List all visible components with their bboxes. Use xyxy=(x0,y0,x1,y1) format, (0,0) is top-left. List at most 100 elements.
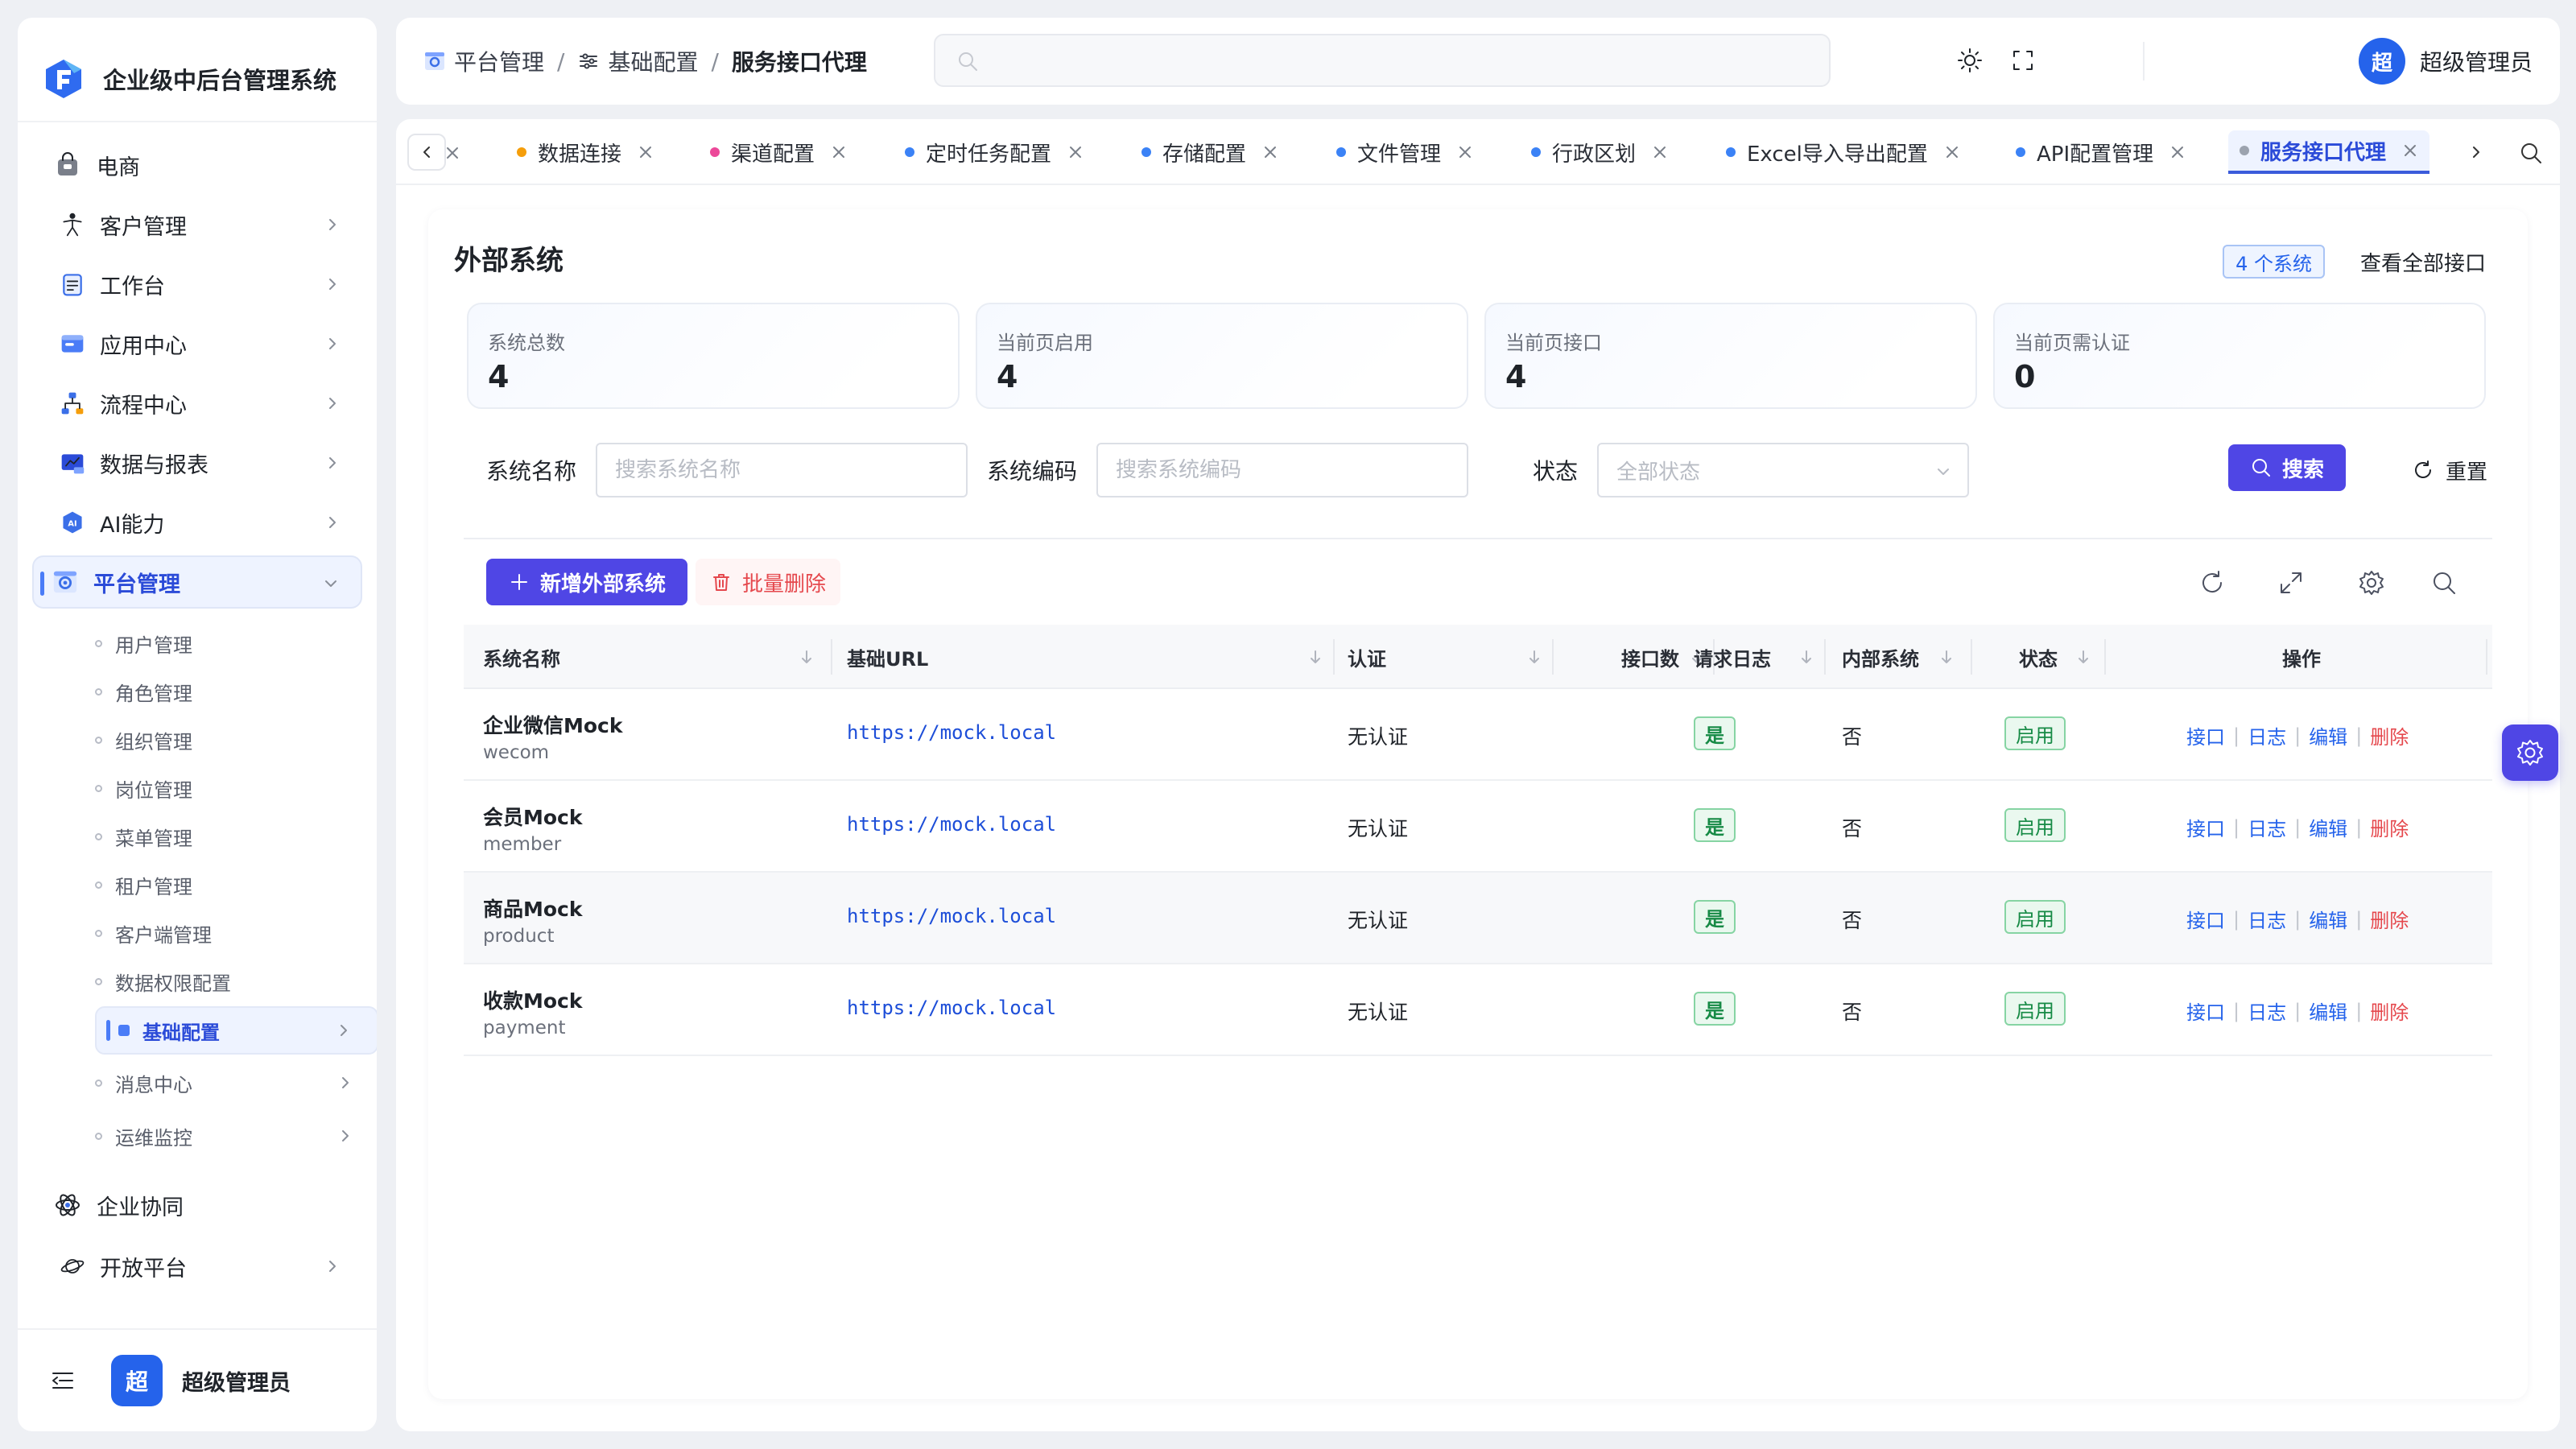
sub-item-label: 租户管理 xyxy=(115,875,192,898)
sidebar-sub-item-ops-monitor[interactable]: 运维监控 xyxy=(95,1116,377,1156)
sidebar-sub-item-roles[interactable]: 角色管理 xyxy=(95,671,192,712)
column-header-base-url[interactable]: 基础URL xyxy=(847,625,1330,689)
interfaces-link[interactable]: 接口 xyxy=(2186,997,2225,1025)
reset-button[interactable]: 重置 xyxy=(2412,444,2487,496)
table-row[interactable]: 企业微信Mock wecom https://mock.local 无认证 1 … xyxy=(464,689,2492,781)
close-icon[interactable] xyxy=(1457,144,1473,160)
brand[interactable]: 企业级中后台管理系统 xyxy=(42,39,336,119)
sidebar-sub-item-positions[interactable]: 岗位管理 xyxy=(95,768,192,808)
system-code: wecom xyxy=(483,742,550,763)
edit-link[interactable]: 编辑 xyxy=(2309,905,2347,933)
add-external-system-button[interactable]: 新增外部系统 xyxy=(486,559,687,605)
user-menu[interactable]: 超 超级管理员 xyxy=(2358,18,2533,105)
sidebar-sub-item-message-center[interactable]: 消息中心 xyxy=(95,1063,377,1103)
tab-file-management[interactable]: 文件管理 xyxy=(1336,130,1473,174)
fullscreen-icon[interactable] xyxy=(2008,45,2038,76)
sidebar-item-customers[interactable]: 客户管理 xyxy=(32,198,362,251)
sidebar-sub-item-menus[interactable]: 菜单管理 xyxy=(95,816,192,857)
sidebar-item-label: 应用中心 xyxy=(100,333,187,359)
table-row[interactable]: 商品Mock product https://mock.local 无认证 1 … xyxy=(464,873,2492,964)
sidebar-sub-item-users[interactable]: 用户管理 xyxy=(95,623,192,663)
column-header-request-log[interactable]: 请求日志 xyxy=(1694,625,1814,689)
close-icon[interactable] xyxy=(2402,142,2418,159)
auth-type: 无认证 xyxy=(1348,725,1409,749)
delete-link[interactable]: 删除 xyxy=(2370,997,2409,1025)
close-icon[interactable] xyxy=(2169,144,2186,160)
global-search-input[interactable] xyxy=(934,34,1831,87)
edit-link[interactable]: 编辑 xyxy=(2309,813,2347,841)
edit-link[interactable]: 编辑 xyxy=(2309,997,2347,1025)
tab-data-connection[interactable]: 数据连接 xyxy=(517,130,654,174)
table-row[interactable]: 收款Mock payment https://mock.local 无认证 1 … xyxy=(464,964,2492,1056)
search-icon[interactable] xyxy=(2429,568,2458,597)
sidebar-sub-item-clients[interactable]: 客户端管理 xyxy=(95,913,212,953)
column-header-auth[interactable]: 认证 xyxy=(1348,625,1549,689)
delete-link[interactable]: 删除 xyxy=(2370,721,2409,749)
tab-service-proxy[interactable]: 服务接口代理 xyxy=(2228,130,2430,174)
column-header-status[interactable]: 状态 xyxy=(2019,625,2091,689)
column-header-interface-count[interactable]: 接口数 xyxy=(1567,625,1711,689)
expand-icon[interactable] xyxy=(2277,568,2306,597)
column-header-internal[interactable]: 内部系统 xyxy=(1842,625,1963,689)
breadcrumb-item[interactable]: 基础配置 xyxy=(608,45,698,77)
table-row[interactable]: 会员Mock member https://mock.local 无认证 1 是… xyxy=(464,781,2492,873)
edit-link[interactable]: 编辑 xyxy=(2309,721,2347,749)
logs-link[interactable]: 日志 xyxy=(2248,721,2286,749)
tabs-scroll-left-button[interactable] xyxy=(407,134,446,171)
sidebar-item-process-center[interactable]: 流程中心 xyxy=(32,377,362,430)
auth-type: 无认证 xyxy=(1348,817,1409,840)
tab-channel-config[interactable]: 渠道配置 xyxy=(710,130,847,174)
close-icon[interactable] xyxy=(1262,144,1278,160)
sidebar-sub-item-basic-config[interactable]: 基础配置 xyxy=(95,1006,377,1055)
sidebar-sub-item-data-permissions[interactable]: 数据权限配置 xyxy=(95,961,231,1001)
sidebar-item-platform[interactable]: 平台管理 xyxy=(32,555,362,609)
logs-link[interactable]: 日志 xyxy=(2248,997,2286,1025)
tabs-scroll-right-button[interactable] xyxy=(2457,134,2496,171)
sidebar-item-data-reports[interactable]: 数据与报表 xyxy=(32,436,362,489)
sidebar-item-open-platform[interactable]: 开放平台 xyxy=(32,1240,362,1293)
sidebar-sub-item-orgs[interactable]: 组织管理 xyxy=(95,720,192,760)
tab-api-config[interactable]: API配置管理 xyxy=(2016,130,2186,174)
tab-search-icon[interactable] xyxy=(2518,140,2544,166)
collapse-menu-icon[interactable] xyxy=(50,1368,76,1393)
sun-icon[interactable] xyxy=(1955,45,1985,76)
tab-excel-import-export[interactable]: Excel导入导出配置 xyxy=(1726,130,1960,174)
logs-link[interactable]: 日志 xyxy=(2248,813,2286,841)
search-icon xyxy=(959,52,977,71)
interfaces-link[interactable]: 接口 xyxy=(2186,813,2225,841)
breadcrumb-item[interactable]: 平台管理 xyxy=(454,45,544,77)
floating-settings-button[interactable] xyxy=(2502,724,2558,781)
batch-delete-button[interactable]: 批量删除 xyxy=(696,559,841,605)
column-header-system-name[interactable]: 系统名称 xyxy=(483,625,821,689)
close-icon[interactable] xyxy=(1944,144,1960,160)
system-name-input[interactable] xyxy=(596,443,968,497)
delete-link[interactable]: 删除 xyxy=(2370,905,2409,933)
sidebar-item-app-center[interactable]: 应用中心 xyxy=(32,317,362,370)
sidebar-item-collaboration[interactable]: 企业协同 xyxy=(32,1179,362,1232)
refresh-icon[interactable] xyxy=(2198,568,2227,597)
sidebar-item-ai[interactable]: AI AI能力 xyxy=(32,496,362,549)
logs-link[interactable]: 日志 xyxy=(2248,905,2286,933)
interfaces-link[interactable]: 接口 xyxy=(2186,721,2225,749)
tab-admin-regions[interactable]: 行政区划 xyxy=(1531,130,1668,174)
interfaces-link[interactable]: 接口 xyxy=(2186,905,2225,933)
sidebar-item-workbench[interactable]: 工作台 xyxy=(32,258,362,311)
status-select[interactable]: 全部状态 xyxy=(1597,443,1969,497)
close-icon[interactable] xyxy=(444,145,460,161)
tab-scheduled-tasks[interactable]: 定时任务配置 xyxy=(905,130,1084,174)
column-divider xyxy=(2486,639,2487,675)
avatar[interactable]: 超 xyxy=(111,1355,163,1406)
refresh-icon xyxy=(2415,460,2431,478)
close-icon[interactable] xyxy=(831,144,847,160)
sidebar-item-ecommerce[interactable]: 电商 xyxy=(32,138,362,192)
close-icon[interactable] xyxy=(1067,144,1084,160)
system-code-input[interactable] xyxy=(1096,443,1468,497)
search-button[interactable]: 搜索 xyxy=(2228,444,2346,491)
delete-link[interactable]: 删除 xyxy=(2370,813,2409,841)
close-icon[interactable] xyxy=(1652,144,1668,160)
view-all-interfaces-link[interactable]: 查看全部接口 xyxy=(2360,245,2486,279)
close-icon[interactable] xyxy=(638,144,654,160)
tab-storage-config[interactable]: 存储配置 xyxy=(1141,130,1278,174)
sidebar-sub-item-tenants[interactable]: 租户管理 xyxy=(95,865,192,905)
gear-icon[interactable] xyxy=(2357,568,2386,597)
